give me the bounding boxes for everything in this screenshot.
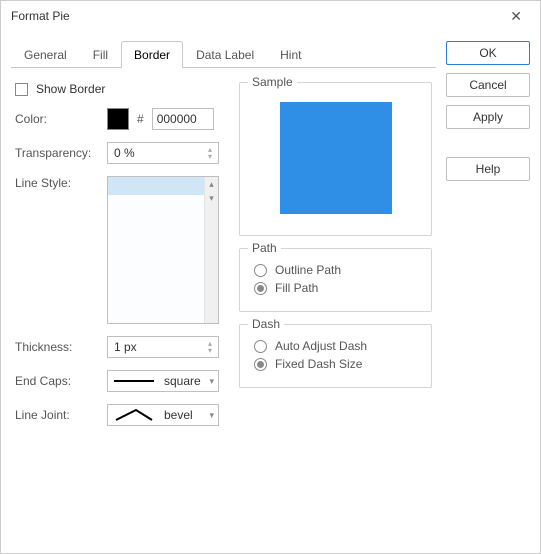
apply-button[interactable]: Apply — [446, 105, 530, 129]
color-swatch[interactable] — [107, 108, 129, 130]
line-joint-combo[interactable]: bevel ▾ — [107, 404, 219, 426]
tab-data-label[interactable]: Data Label — [183, 41, 267, 68]
line-style-listbox[interactable]: ▴ ▾ — [107, 176, 219, 324]
chevron-down-icon: ▾ — [209, 376, 214, 387]
fixed-dash-radio[interactable] — [254, 358, 267, 371]
show-border-label: Show Border — [36, 82, 105, 96]
path-title: Path — [248, 241, 281, 255]
ok-button[interactable]: OK — [446, 41, 530, 65]
bevel-joint-icon — [114, 410, 158, 420]
close-icon[interactable]: ✕ — [502, 4, 530, 29]
scrollbar[interactable]: ▴ ▾ — [204, 177, 218, 323]
end-caps-combo[interactable]: square ▾ — [107, 370, 219, 392]
sample-preview — [280, 102, 392, 214]
transparency-stepper[interactable]: 0 % ▴▾ — [107, 142, 219, 164]
help-button[interactable]: Help — [446, 157, 530, 181]
chevron-updown-icon[interactable]: ▴▾ — [204, 337, 216, 357]
tab-strip: General Fill Border Data Label Hint — [11, 41, 436, 68]
fill-path-radio[interactable] — [254, 282, 267, 295]
tab-body-border: Show Border Color: # 000000 Transparency… — [11, 68, 436, 430]
sample-title: Sample — [248, 75, 297, 89]
color-hex-input[interactable]: 000000 — [152, 108, 214, 130]
chevron-down-icon: ▾ — [209, 410, 214, 421]
thickness-stepper[interactable]: 1 px ▴▾ — [107, 336, 219, 358]
auto-dash-label: Auto Adjust Dash — [275, 339, 367, 353]
auto-dash-radio[interactable] — [254, 340, 267, 353]
outline-path-label: Outline Path — [275, 263, 341, 277]
fixed-dash-label: Fixed Dash Size — [275, 357, 362, 371]
tab-fill[interactable]: Fill — [80, 41, 121, 68]
titlebar: Format Pie ✕ — [1, 1, 540, 31]
outline-path-radio[interactable] — [254, 264, 267, 277]
chevron-up-icon[interactable]: ▴ — [205, 177, 218, 191]
hash-label: # — [137, 112, 144, 126]
transparency-label: Transparency: — [15, 146, 99, 160]
format-pie-dialog: Format Pie ✕ General Fill Border Data La… — [0, 0, 541, 554]
sample-group: Sample — [239, 82, 432, 236]
line-joint-label: Line Joint: — [15, 408, 99, 422]
chevron-down-icon[interactable]: ▾ — [205, 191, 218, 205]
tab-general[interactable]: General — [11, 41, 80, 68]
square-cap-icon — [114, 376, 158, 386]
line-style-item-selected[interactable] — [108, 177, 218, 195]
thickness-label: Thickness: — [15, 340, 99, 354]
tab-border[interactable]: Border — [121, 41, 183, 68]
chevron-updown-icon[interactable]: ▴▾ — [204, 143, 216, 163]
line-style-label: Line Style: — [15, 176, 99, 190]
show-border-checkbox[interactable] — [15, 83, 28, 96]
window-title: Format Pie — [11, 9, 502, 23]
fill-path-label: Fill Path — [275, 281, 318, 295]
cancel-button[interactable]: Cancel — [446, 73, 530, 97]
dash-group: Dash Auto Adjust Dash Fixed Dash Size — [239, 324, 432, 388]
dash-title: Dash — [248, 317, 284, 331]
tab-hint[interactable]: Hint — [267, 41, 314, 68]
color-label: Color: — [15, 112, 99, 126]
end-caps-label: End Caps: — [15, 374, 99, 388]
path-group: Path Outline Path Fill Path — [239, 248, 432, 312]
